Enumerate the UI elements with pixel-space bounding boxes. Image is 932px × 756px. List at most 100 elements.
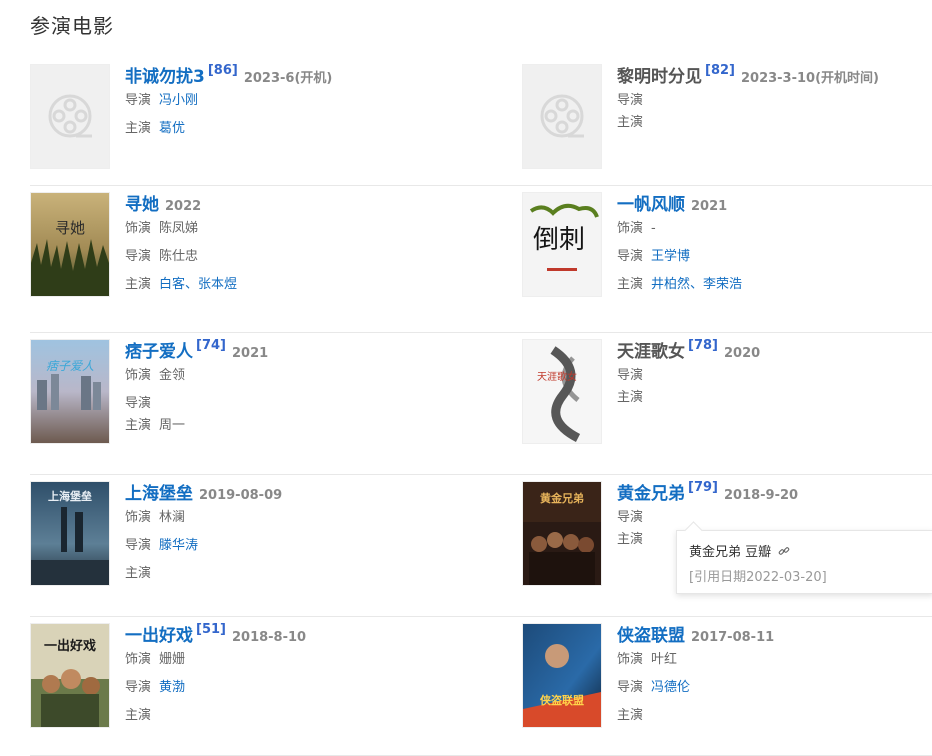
director-line: 导演 冯德伦 bbox=[617, 677, 932, 705]
film-title[interactable]: 侠盗联盟 bbox=[617, 626, 685, 646]
director-line: 导演 bbox=[617, 90, 932, 112]
film-poster[interactable]: 上海堡垒 bbox=[30, 481, 110, 586]
director-value: 陈仕忠 bbox=[159, 249, 199, 264]
film-card: 非诚勿扰3 [86] 2023-6(开机) 导演 冯小刚 主演 葛优 bbox=[30, 63, 440, 174]
cast-label: 主演 bbox=[617, 277, 644, 292]
director-label: 导演 bbox=[125, 396, 152, 411]
film-title[interactable]: 非诚勿扰3 bbox=[125, 67, 205, 87]
film-title[interactable]: 寻她 bbox=[125, 195, 159, 215]
cast-line: 主演 周一 bbox=[125, 415, 440, 443]
film-date: 2018-9-20 bbox=[723, 488, 799, 503]
cast-line: 主演 白客、张本煜 bbox=[125, 274, 440, 302]
director-label: 导演 bbox=[125, 680, 152, 695]
film-score[interactable]: [74] bbox=[196, 338, 226, 353]
film-date: 2019-08-09 bbox=[199, 488, 283, 503]
film-date: 2017-08-11 bbox=[691, 630, 775, 645]
role-line: 饰演 - bbox=[617, 218, 932, 246]
role-line: 饰演 金领 bbox=[125, 365, 440, 393]
tooltip-cite-date: [引用日期2022-03-20] bbox=[689, 570, 827, 585]
film-title[interactable]: 上海堡垒 bbox=[125, 484, 193, 504]
film-score[interactable]: [79] bbox=[688, 480, 718, 495]
director-label: 导演 bbox=[125, 93, 152, 108]
film-date: 2023-6(开机) bbox=[243, 71, 333, 86]
film-poster[interactable]: 寻她 bbox=[30, 192, 110, 297]
poster-title-text: 侠盗联盟 bbox=[540, 693, 584, 707]
director-label: 导演 bbox=[617, 93, 644, 108]
film-poster[interactable]: 侠盗联盟 bbox=[522, 623, 602, 728]
film-title[interactable]: 黄金兄弟 bbox=[617, 484, 685, 504]
film-score[interactable]: [82] bbox=[705, 63, 735, 78]
director-value[interactable]: 王学博 bbox=[651, 249, 690, 264]
section-title: 参演电影 bbox=[30, 14, 114, 38]
film-title[interactable]: 痞子爱人 bbox=[125, 342, 193, 362]
director-line: 导演 滕华涛 bbox=[125, 535, 440, 563]
film-card: 侠盗联盟 侠盗联盟 2017-08-11 饰演 叶红 导演 冯德伦 主演 bbox=[522, 623, 932, 733]
film-card: 痞子爱人 痞子爱人 [74]2021 饰演 金领 导演 主演 周一 bbox=[30, 338, 440, 449]
cast-value: 周一 bbox=[159, 418, 186, 433]
director-line: 导演 黄渤 bbox=[125, 677, 440, 705]
film-poster[interactable]: 倒刺 bbox=[522, 192, 602, 297]
film-placeholder-poster[interactable] bbox=[30, 64, 110, 169]
director-value[interactable]: 黄渤 bbox=[159, 680, 185, 695]
film-score[interactable]: [51] bbox=[196, 622, 226, 637]
film-reel-icon bbox=[540, 94, 584, 138]
film-card: 上海堡垒 上海堡垒 2019-08-09 饰演 林澜 导演 滕华涛 主演 bbox=[30, 481, 440, 591]
film-poster[interactable]: 一出好戏 bbox=[30, 623, 110, 728]
director-line: 导演 bbox=[125, 393, 440, 415]
film-card: 天涯歌女 天涯歌女 [78]2020 导演 主演 bbox=[522, 338, 932, 449]
cast-value[interactable]: 井柏然、李荣浩 bbox=[651, 277, 742, 292]
role-value: 金领 bbox=[159, 368, 186, 383]
film-reel-icon bbox=[48, 94, 92, 138]
director-label: 导演 bbox=[125, 538, 152, 553]
cast-line: 主演 bbox=[617, 112, 932, 134]
tooltip-source[interactable]: 黄金兄弟 豆瓣 bbox=[689, 541, 790, 560]
tooltip-source-text[interactable]: 黄金兄弟 豆瓣 bbox=[689, 545, 771, 560]
director-label: 导演 bbox=[617, 368, 644, 383]
director-line: 导演 bbox=[617, 507, 932, 529]
role-value: 林澜 bbox=[159, 510, 186, 525]
film-poster[interactable]: 黄金兄弟 bbox=[522, 481, 602, 586]
cast-label: 主演 bbox=[125, 277, 152, 292]
film-date: 2018-8-10 bbox=[231, 630, 307, 645]
director-label: 导演 bbox=[125, 249, 152, 264]
cast-label: 主演 bbox=[125, 708, 152, 723]
director-value[interactable]: 滕华涛 bbox=[159, 538, 198, 553]
film-date: 2022 bbox=[165, 199, 202, 214]
director-label: 导演 bbox=[617, 680, 644, 695]
poster-title-text: 寻她 bbox=[55, 219, 85, 237]
poster-title-text: 一出好戏 bbox=[44, 638, 96, 654]
film-card: 一出好戏 一出好戏 [51]2018-8-10 饰演 姗姗 导演 黄渤 主演 bbox=[30, 622, 440, 733]
film-score[interactable]: [78] bbox=[688, 338, 718, 353]
film-placeholder-poster[interactable] bbox=[522, 64, 602, 169]
film-card: 寻她 寻她 2022 饰演 陈凤娣 导演 陈仕忠 主演 白客、张本煜 bbox=[30, 192, 440, 302]
role-label: 饰演 bbox=[617, 652, 644, 667]
cast-line: 主演 bbox=[125, 563, 440, 591]
cast-value[interactable]: 白客、张本煜 bbox=[159, 277, 237, 292]
link-icon[interactable] bbox=[778, 545, 790, 557]
film-row: 痞子爱人 痞子爱人 [74]2021 饰演 金领 导演 主演 周一 天涯歌女 天… bbox=[30, 333, 932, 475]
film-date: 2021 bbox=[691, 199, 728, 214]
film-title: 黎明时分见 bbox=[617, 67, 702, 87]
director-value[interactable]: 冯小刚 bbox=[159, 93, 198, 108]
film-poster[interactable]: 痞子爱人 bbox=[30, 339, 110, 444]
film-score[interactable]: [86] bbox=[208, 63, 238, 78]
poster-title-text: 痞子爱人 bbox=[46, 359, 94, 373]
director-label: 导演 bbox=[617, 249, 644, 264]
film-title[interactable]: 一帆风顺 bbox=[617, 195, 685, 215]
cast-line: 主演 bbox=[617, 387, 932, 409]
film-title: 天涯歌女 bbox=[617, 342, 685, 362]
role-label: 饰演 bbox=[125, 368, 152, 383]
cast-value[interactable]: 葛优 bbox=[159, 121, 185, 136]
director-label: 导演 bbox=[617, 510, 644, 525]
role-value: 姗姗 bbox=[159, 652, 186, 667]
poster-title-text: 黄金兄弟 bbox=[540, 491, 584, 505]
director-value[interactable]: 冯德伦 bbox=[651, 680, 690, 695]
film-card: 黎明时分见 [82] 2023-3-10(开机时间) 导演 主演 bbox=[522, 63, 932, 174]
role-label: 饰演 bbox=[617, 221, 644, 236]
film-poster[interactable]: 天涯歌女 bbox=[522, 339, 602, 444]
role-label: 饰演 bbox=[125, 510, 152, 525]
film-date: 2023-3-10(开机时间) bbox=[740, 71, 879, 86]
film-row: 非诚勿扰3 [86]2023-6(开机) 导演 冯小刚 主演 葛优 黎明时分见 … bbox=[30, 58, 932, 186]
film-title[interactable]: 一出好戏 bbox=[125, 626, 193, 646]
poster-title-text: 倒刺 bbox=[533, 225, 585, 255]
